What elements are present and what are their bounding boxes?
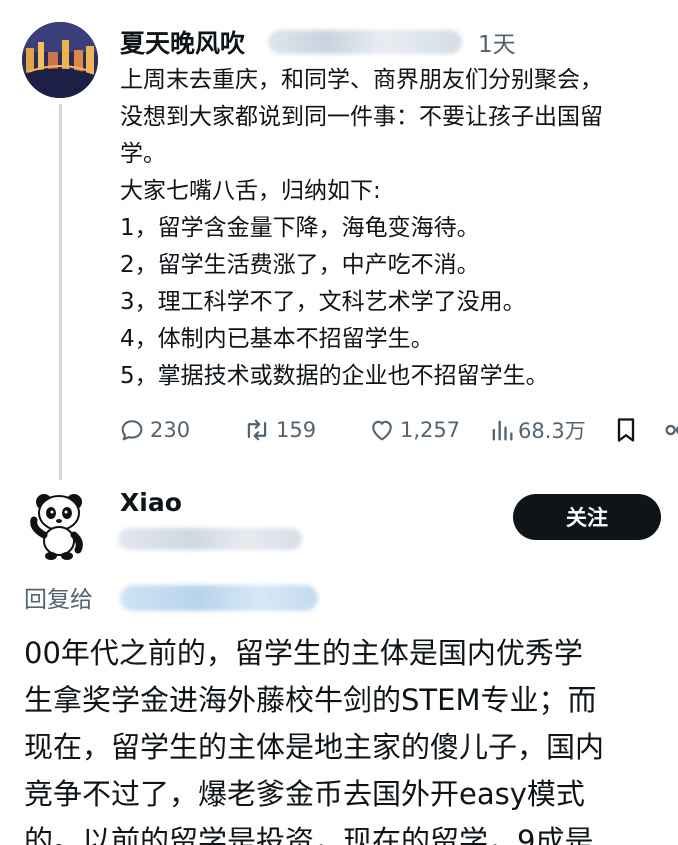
bookmark-button[interactable] (614, 410, 638, 450)
blurred-reply-handle (118, 528, 302, 550)
post-text-line: 3，理工科学不了，文科艺术学了没用。 (120, 289, 526, 315)
share-button[interactable] (664, 410, 678, 450)
repost-button[interactable]: 159 (242, 410, 316, 450)
reply-text-line: 生拿奖学金进海外藤校牛剑的STEM专业；而 (24, 683, 597, 717)
reply-text-line: 现在，留学生的主体是地主家的傻儿子，国内 (24, 730, 605, 764)
like-count: 1,257 (400, 418, 461, 442)
reply-text-line: 竞争不过了，爆老爹金币去国外开easy模式 (24, 777, 585, 811)
thread-connector-line (59, 104, 62, 480)
post-text-line: 2，留学生活费涨了，中产吃不消。 (120, 252, 480, 278)
repost-icon (242, 416, 272, 444)
views-button[interactable]: 68.3万 (490, 410, 586, 450)
reply-count: 230 (150, 418, 191, 442)
post-text-line: 4，体制内已基本不招留学生。 (120, 326, 434, 352)
post-time[interactable]: 1天 (478, 25, 516, 59)
panda-avatar[interactable] (28, 488, 90, 560)
follow-button[interactable]: 关注 (513, 494, 661, 540)
post-text-line: 大家七嘴八舌，归纳如下: (120, 178, 381, 204)
blurred-author-handle (268, 30, 462, 54)
post-text-line: 1，留学含金量下降，海龟变海待。 (120, 215, 480, 241)
reply-to-label: 回复给 (24, 587, 93, 613)
post-text-line: 没想到大家都说到同一件事：不要让孩子出国留 (120, 104, 603, 130)
share-icon (664, 416, 678, 444)
post-text-line: 学。 (120, 141, 166, 167)
reply-button[interactable]: 230 (118, 410, 190, 450)
comment-icon (118, 416, 146, 444)
post-action-bar: 230 159 1,257 68.3万 (118, 410, 678, 450)
blurred-mention-link[interactable] (120, 585, 318, 611)
post-text: 上周末去重庆，和同学、商界朋友们分别聚会， 没想到大家都说到同一件事：不要让孩子… (120, 62, 678, 395)
bookmark-icon (614, 416, 638, 444)
heart-icon (368, 416, 396, 444)
reply-text-line: 00年代之前的，留学生的主体是国内优秀学 (24, 636, 583, 670)
like-button[interactable]: 1,257 (368, 410, 460, 450)
view-count: 68.3万 (518, 419, 586, 443)
post-text-line: 上周末去重庆，和同学、商界朋友们分别聚会， (120, 67, 603, 93)
author-avatar[interactable] (22, 22, 98, 98)
author-name[interactable]: 夏天晚风吹 (120, 24, 245, 60)
post-text-line: 5，掌据技术或数据的企业也不招留学生。 (120, 363, 549, 389)
reply-author-name[interactable]: Xiao (120, 488, 182, 517)
bar-chart-icon (490, 416, 514, 444)
reply-text-line: 的。以前的留学是投资，现在的留学，9成是 (24, 824, 594, 845)
repost-count: 159 (276, 418, 317, 442)
reply-text: 00年代之前的，留学生的主体是国内优秀学 生拿奖学金进海外藤校牛剑的STEM专业… (24, 630, 678, 845)
